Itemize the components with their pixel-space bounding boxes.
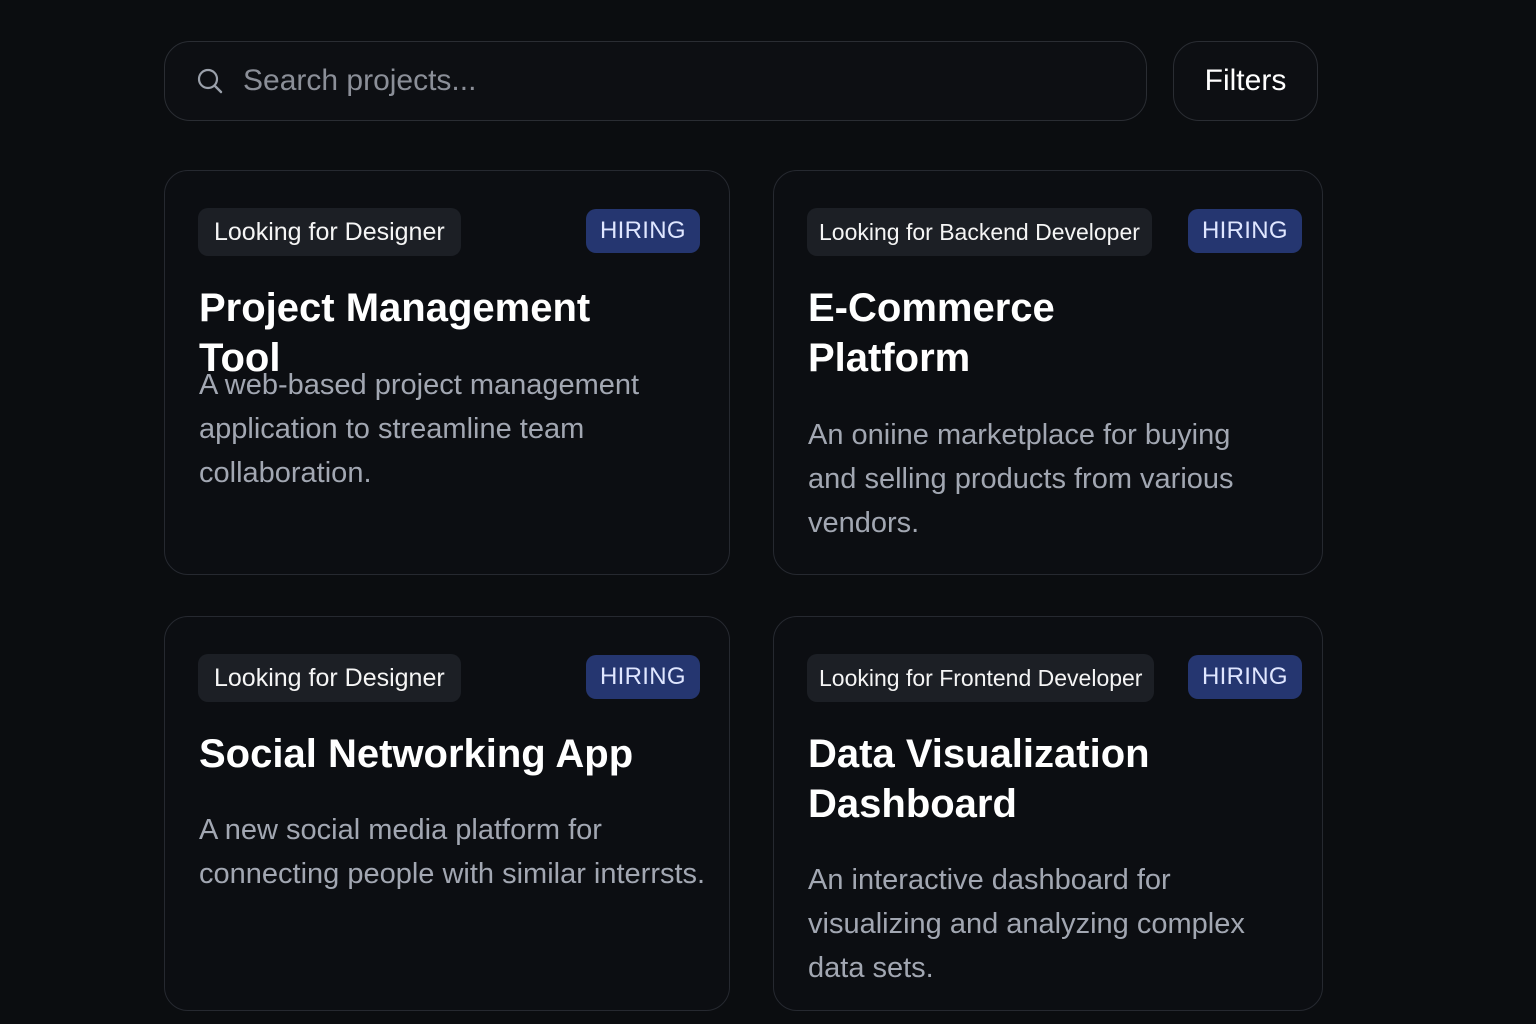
card-title: Social Networking App: [199, 732, 634, 776]
card-description: A web-based project management applicati…: [199, 369, 640, 489]
hiring-badge: HIRING: [1188, 655, 1302, 699]
role-tag: Looking for Designer: [198, 208, 461, 256]
project-card-e-commerce-platform[interactable]: Looking for Backend Developer HIRING E-C…: [773, 170, 1323, 575]
hiring-badge: HIRING: [1188, 209, 1302, 253]
hiring-badge: HIRING: [586, 209, 700, 253]
project-card-social-networking-app[interactable]: Looking for Designer HIRING Social Netwo…: [164, 616, 730, 1011]
card-description: An interactive dashboard for visualizing…: [808, 864, 1245, 984]
hiring-badge: HIRING: [586, 655, 700, 699]
card-description: A new social media platform for connecti…: [199, 814, 706, 890]
project-card-data-visualization-dashboard[interactable]: Looking for Frontend Developer HIRING Da…: [773, 616, 1323, 1011]
card-title: E-Commerce Platform: [808, 286, 1055, 380]
role-tag: Looking for Designer: [198, 654, 461, 702]
filters-button[interactable]: Filters: [1173, 41, 1318, 121]
role-tag: Looking for Backend Developer: [807, 208, 1152, 256]
role-tag: Looking for Frontend Developer: [807, 654, 1155, 702]
search-icon: [195, 66, 225, 96]
project-card-project-management-tool[interactable]: Looking for Designer HIRING Project Mana…: [164, 170, 730, 575]
card-description: An oniine marketplace for buying and sel…: [808, 419, 1234, 539]
card-title: Data Visualization Dashboard: [808, 732, 1150, 826]
search-bar[interactable]: [164, 41, 1147, 121]
search-input[interactable]: [243, 42, 1146, 120]
